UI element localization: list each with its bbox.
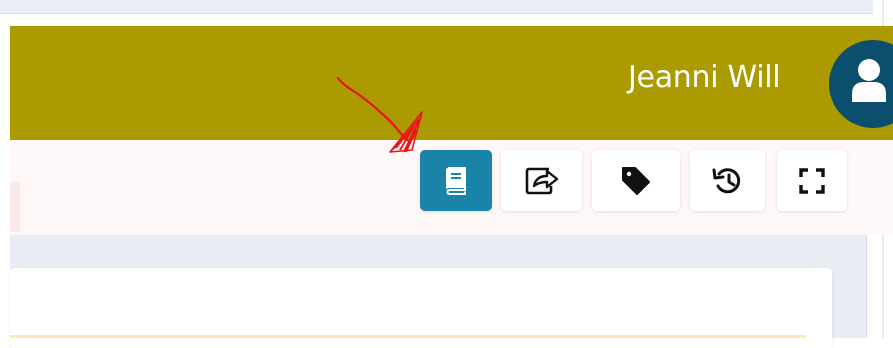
tag-button[interactable]: [592, 150, 680, 211]
share-button[interactable]: [501, 150, 582, 211]
fullscreen-button[interactable]: [777, 150, 847, 211]
tag-icon: [622, 166, 650, 195]
share-icon: [525, 167, 558, 194]
user-icon: [852, 59, 886, 102]
user-name[interactable]: Jeanni Will: [628, 60, 781, 95]
book-icon: [446, 166, 466, 195]
left-panel-edge: [10, 182, 20, 232]
history-icon: [712, 167, 740, 193]
top-strip: [0, 0, 873, 14]
fullscreen-icon: [799, 167, 825, 194]
history-button[interactable]: [690, 150, 765, 211]
book-button[interactable]: [420, 150, 492, 211]
